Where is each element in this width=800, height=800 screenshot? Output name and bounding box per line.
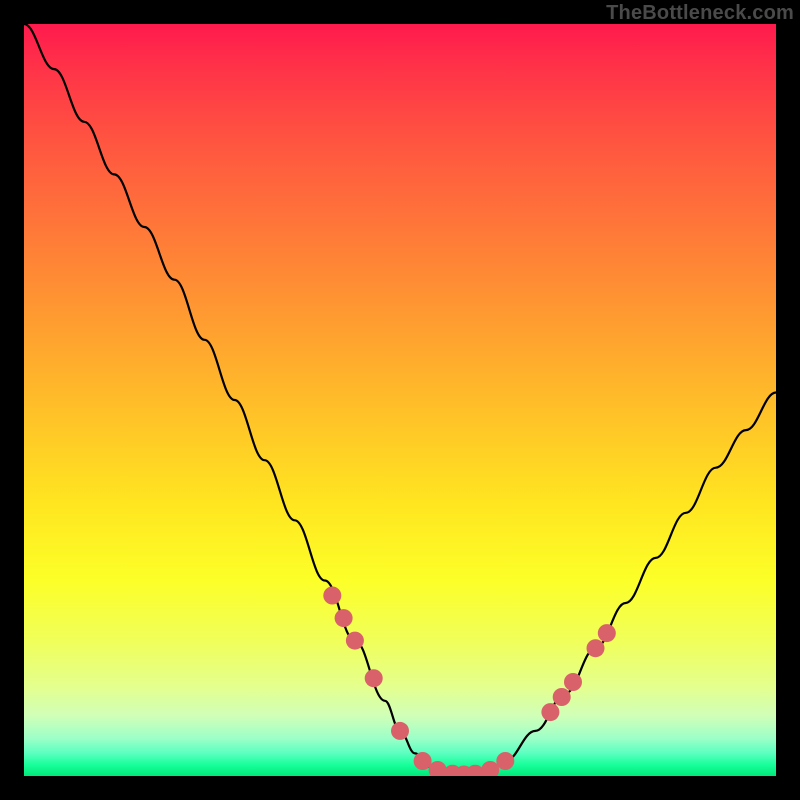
chart-frame bbox=[24, 24, 776, 776]
gradient-plot-area bbox=[24, 24, 776, 776]
watermark-text: TheBottleneck.com bbox=[606, 2, 794, 25]
